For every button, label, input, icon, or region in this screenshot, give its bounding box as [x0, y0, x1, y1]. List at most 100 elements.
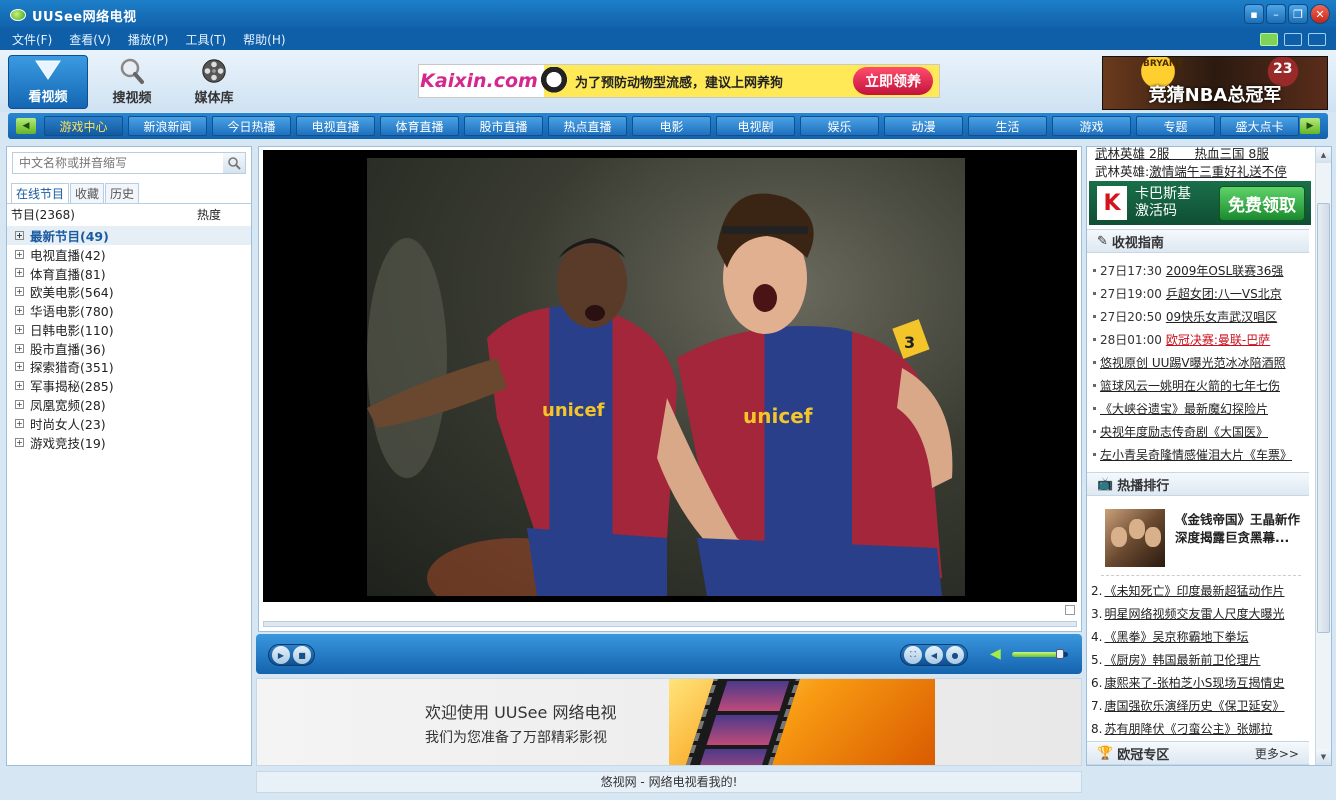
promo-line[interactable]: 武林英雄:激情端午三重好礼送不停	[1095, 161, 1287, 180]
record-icon[interactable]: ●	[946, 646, 964, 664]
category-tab[interactable]: 盛大点卡	[1220, 116, 1299, 136]
hot-list-item[interactable]: 8. 苏有朋降伏《刁蛮公主》张娜拉	[1091, 717, 1309, 740]
hot-title-link[interactable]: 苏有朋降伏《刁蛮公主》张娜拉	[1104, 720, 1272, 737]
stop-button[interactable]: ■	[293, 646, 311, 664]
expand-plus-icon[interactable]: +	[15, 268, 24, 278]
expand-plus-icon[interactable]: +	[15, 400, 24, 410]
category-tab[interactable]: 游戏中心	[44, 116, 123, 136]
tree-item[interactable]: + 电视直播(42)	[7, 245, 251, 264]
expand-plus-icon[interactable]: +	[15, 287, 24, 297]
expand-plus-icon[interactable]: +	[15, 306, 24, 316]
guide-title-link[interactable]: 欧冠决赛:曼联-巴萨	[1166, 331, 1270, 348]
media-library-button[interactable]: 媒体库	[174, 55, 254, 109]
maximize-button[interactable]: ❐	[1288, 4, 1308, 24]
tree-item[interactable]: + 游戏竞技(19)	[7, 433, 251, 452]
category-tab[interactable]: 专题	[1136, 116, 1215, 136]
volume-slider[interactable]	[1012, 649, 1068, 659]
expand-plus-icon[interactable]: +	[15, 381, 24, 391]
expand-plus-icon[interactable]: +	[15, 362, 24, 372]
guide-item[interactable]: 27日19:00 乒超女团:八一VS北京	[1093, 282, 1307, 305]
mini-mode-icon[interactable]: ▪	[1244, 4, 1264, 24]
play-button[interactable]: ▶	[272, 646, 290, 664]
guide-title-link[interactable]: 《大峡谷遗宝》最新魔幻探险片	[1100, 400, 1268, 417]
expand-plus-icon[interactable]: +	[15, 324, 24, 334]
tab-history[interactable]: 历史	[105, 183, 140, 203]
tree-item[interactable]: + 日韩电影(110)	[7, 320, 251, 339]
hot-title-link[interactable]: 唐国强砍乐演绎历史《保卫延安》	[1104, 697, 1284, 714]
category-scroll-right-icon[interactable]: ▶	[1300, 118, 1320, 134]
fullscreen-icon[interactable]: ⛶	[904, 646, 922, 664]
previous-icon[interactable]: ◀	[925, 646, 943, 664]
tab-online-programs[interactable]: 在线节目	[11, 183, 70, 203]
tree-item[interactable]: + 体育直播(81)	[7, 264, 251, 283]
guide-title-link[interactable]: 篮球风云一姚明在火箭的七年七伤	[1100, 377, 1280, 394]
guide-item[interactable]: 27日20:50 09快乐女声武汉唱区	[1093, 305, 1307, 328]
watch-video-button[interactable]: 看视频	[8, 55, 88, 109]
category-tab[interactable]: 今日热播	[212, 116, 291, 136]
search-icon[interactable]	[223, 153, 245, 173]
menu-play[interactable]: 播放(P)	[128, 31, 169, 48]
hot-title-link[interactable]: 明星网络视频交友雷人尺度大曝光	[1104, 605, 1284, 622]
tree-item[interactable]: + 凤凰宽频(28)	[7, 395, 251, 414]
category-tab[interactable]: 新浪新闻	[128, 116, 207, 136]
tree-item[interactable]: + 欧美电影(564)	[7, 282, 251, 301]
guide-title-link[interactable]: 央视年度励志传奇剧《大国医》	[1100, 423, 1268, 440]
menu-help[interactable]: 帮助(H)	[243, 31, 285, 48]
guide-item[interactable]: 28日01:00 欧冠决赛:曼联-巴萨	[1093, 328, 1307, 351]
category-tab[interactable]: 股市直播	[464, 116, 543, 136]
tree-item[interactable]: + 时尚女人(23)	[7, 414, 251, 433]
category-tab[interactable]: 电视剧	[716, 116, 795, 136]
tree-item[interactable]: + 军事揭秘(285)	[7, 376, 251, 395]
guide-item[interactable]: 《大峡谷遗宝》最新魔幻探险片	[1093, 397, 1307, 420]
menu-view[interactable]: 查看(V)	[69, 31, 111, 48]
hot-title-link[interactable]: 《厨房》韩国最新前卫伦理片	[1104, 651, 1260, 668]
expand-plus-icon[interactable]: +	[15, 249, 24, 259]
scroll-down-icon[interactable]: ▼	[1316, 749, 1331, 765]
expand-plus-icon[interactable]: +	[15, 230, 24, 240]
volume-knob[interactable]	[1055, 649, 1064, 659]
minimize-button[interactable]: –	[1266, 4, 1286, 24]
guide-item[interactable]: 左小青吴奇隆情感催泪大片《车票》	[1093, 443, 1307, 466]
category-tab[interactable]: 动漫	[884, 116, 963, 136]
column-heat[interactable]: 热度	[197, 206, 251, 223]
category-tab[interactable]: 娱乐	[800, 116, 879, 136]
scroll-thumb[interactable]	[1317, 203, 1330, 633]
tab-favorites[interactable]: 收藏	[70, 183, 105, 203]
close-button[interactable]: ✕	[1310, 4, 1330, 24]
category-tab[interactable]: 热点直播	[548, 116, 627, 136]
guide-item[interactable]: 篮球风云一姚明在火箭的七年七伤	[1093, 374, 1307, 397]
expand-plus-icon[interactable]: +	[15, 418, 24, 428]
kaspersky-ad[interactable]: K 卡巴斯基 激活码 免费领取	[1089, 181, 1311, 225]
category-tab[interactable]: 游戏	[1052, 116, 1131, 136]
scroll-up-icon[interactable]: ▲	[1316, 147, 1331, 163]
nba-ad-banner[interactable]: BRYANT 23 竞猜NBA总冠军	[1102, 56, 1328, 110]
hot-feature-item[interactable]: 《金钱帝国》王晶新作深度揭露巨贪黑幕...	[1093, 505, 1307, 571]
category-tab[interactable]: 生活	[968, 116, 1047, 136]
menu-file[interactable]: 文件(F)	[12, 31, 52, 48]
guide-item[interactable]: 央视年度励志传奇剧《大国医》	[1093, 420, 1307, 443]
kaixin-ad-banner[interactable]: Kaixin.com 为了预防动物型流感，建议上网养狗 立即领养	[418, 64, 940, 98]
guide-title-link[interactable]: 悠视原创 UU踢V曝光范冰冰陪酒照	[1100, 354, 1286, 371]
category-scroll-left-icon[interactable]: ◀	[16, 118, 36, 134]
video-screen[interactable]: unicef unicef 3	[263, 150, 1077, 602]
guide-title-link[interactable]: 左小青吴奇隆情感催泪大片《车票》	[1100, 446, 1292, 463]
guide-title-link[interactable]: 乒超女团:八一VS北京	[1166, 285, 1282, 302]
layout-compact-icon[interactable]	[1284, 33, 1302, 46]
hot-title-link[interactable]: 康熙来了-张柏芝小S现场互揭情史	[1104, 674, 1284, 691]
right-scrollbar[interactable]: ▲ ▼	[1315, 147, 1331, 765]
hot-list-item[interactable]: 5. 《厨房》韩国最新前卫伦理片	[1091, 648, 1309, 671]
tree-item[interactable]: + 最新节目(49)	[7, 226, 251, 245]
expand-plus-icon[interactable]: +	[15, 437, 24, 447]
category-tab[interactable]: 电视直播	[296, 116, 375, 136]
guide-title-link[interactable]: 2009年OSL联赛36强	[1166, 262, 1284, 279]
hot-title-link[interactable]: 《黑拳》吴京称霸地下拳坛	[1104, 628, 1248, 645]
hot-list-item[interactable]: 6. 康熙来了-张柏芝小S现场互揭情史	[1091, 671, 1309, 694]
guide-title-link[interactable]: 09快乐女声武汉唱区	[1166, 308, 1277, 325]
hot-list-item[interactable]: 2. 《未知死亡》印度最新超猛动作片	[1091, 579, 1309, 602]
euro-more-link[interactable]: 更多>>	[1255, 745, 1299, 762]
hot-list-item[interactable]: 7. 唐国强砍乐演绎历史《保卫延安》	[1091, 694, 1309, 717]
welcome-banner[interactable]: 欢迎使用 UUSee 网络电视 我们为您准备了万部精彩影视	[256, 678, 1082, 766]
guide-item[interactable]: 悠视原创 UU踢V曝光范冰冰陪酒照	[1093, 351, 1307, 374]
tree-item[interactable]: + 股市直播(36)	[7, 339, 251, 358]
layout-full-icon[interactable]	[1260, 33, 1278, 46]
